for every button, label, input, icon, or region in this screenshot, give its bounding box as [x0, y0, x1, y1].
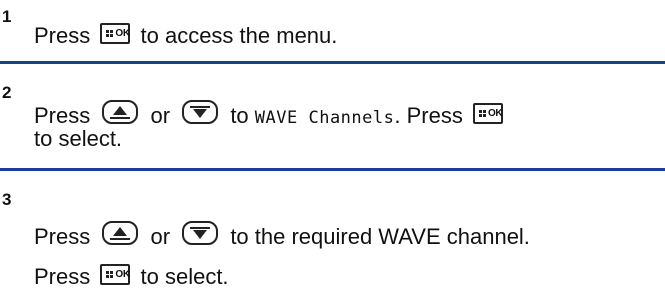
step-2-line-2: to select. [34, 126, 122, 152]
menu-ok-key-icon: OK [100, 264, 131, 285]
instruction-text: to the required WAVE channel. [230, 224, 530, 249]
press-text: Press [34, 103, 91, 128]
instruction-text: to select. [34, 126, 123, 151]
press-text: Press [34, 224, 91, 249]
menu-ok-key-icon: OK [100, 23, 131, 44]
step-1-line-1: Press OK to access the menu. [34, 23, 337, 49]
step-number: 3 [2, 190, 12, 209]
step-number: 2 [2, 83, 12, 102]
to-text: to [230, 103, 249, 128]
press-text: . Press [394, 103, 463, 128]
step-divider [0, 61, 665, 64]
press-text: Press [34, 264, 91, 289]
menu-ok-key-icon: OK [472, 103, 503, 124]
down-navigation-key-icon [182, 221, 219, 245]
step-3-line-2: Press OK to select. [34, 264, 229, 290]
press-text: Press [34, 23, 91, 48]
step-3-line-1: Press or to the required WAVE channel. [34, 221, 530, 250]
instruction-text: to access the menu. [140, 23, 338, 48]
up-navigation-key-icon [102, 221, 139, 245]
step-number: 1 [2, 7, 12, 26]
or-text: or [150, 224, 171, 249]
display-text: WAVE Channels [254, 108, 395, 128]
or-text: or [150, 103, 171, 128]
down-navigation-key-icon [182, 100, 219, 124]
instruction-text: to select. [140, 264, 229, 289]
up-navigation-key-icon [102, 100, 139, 124]
step-divider [0, 168, 665, 171]
